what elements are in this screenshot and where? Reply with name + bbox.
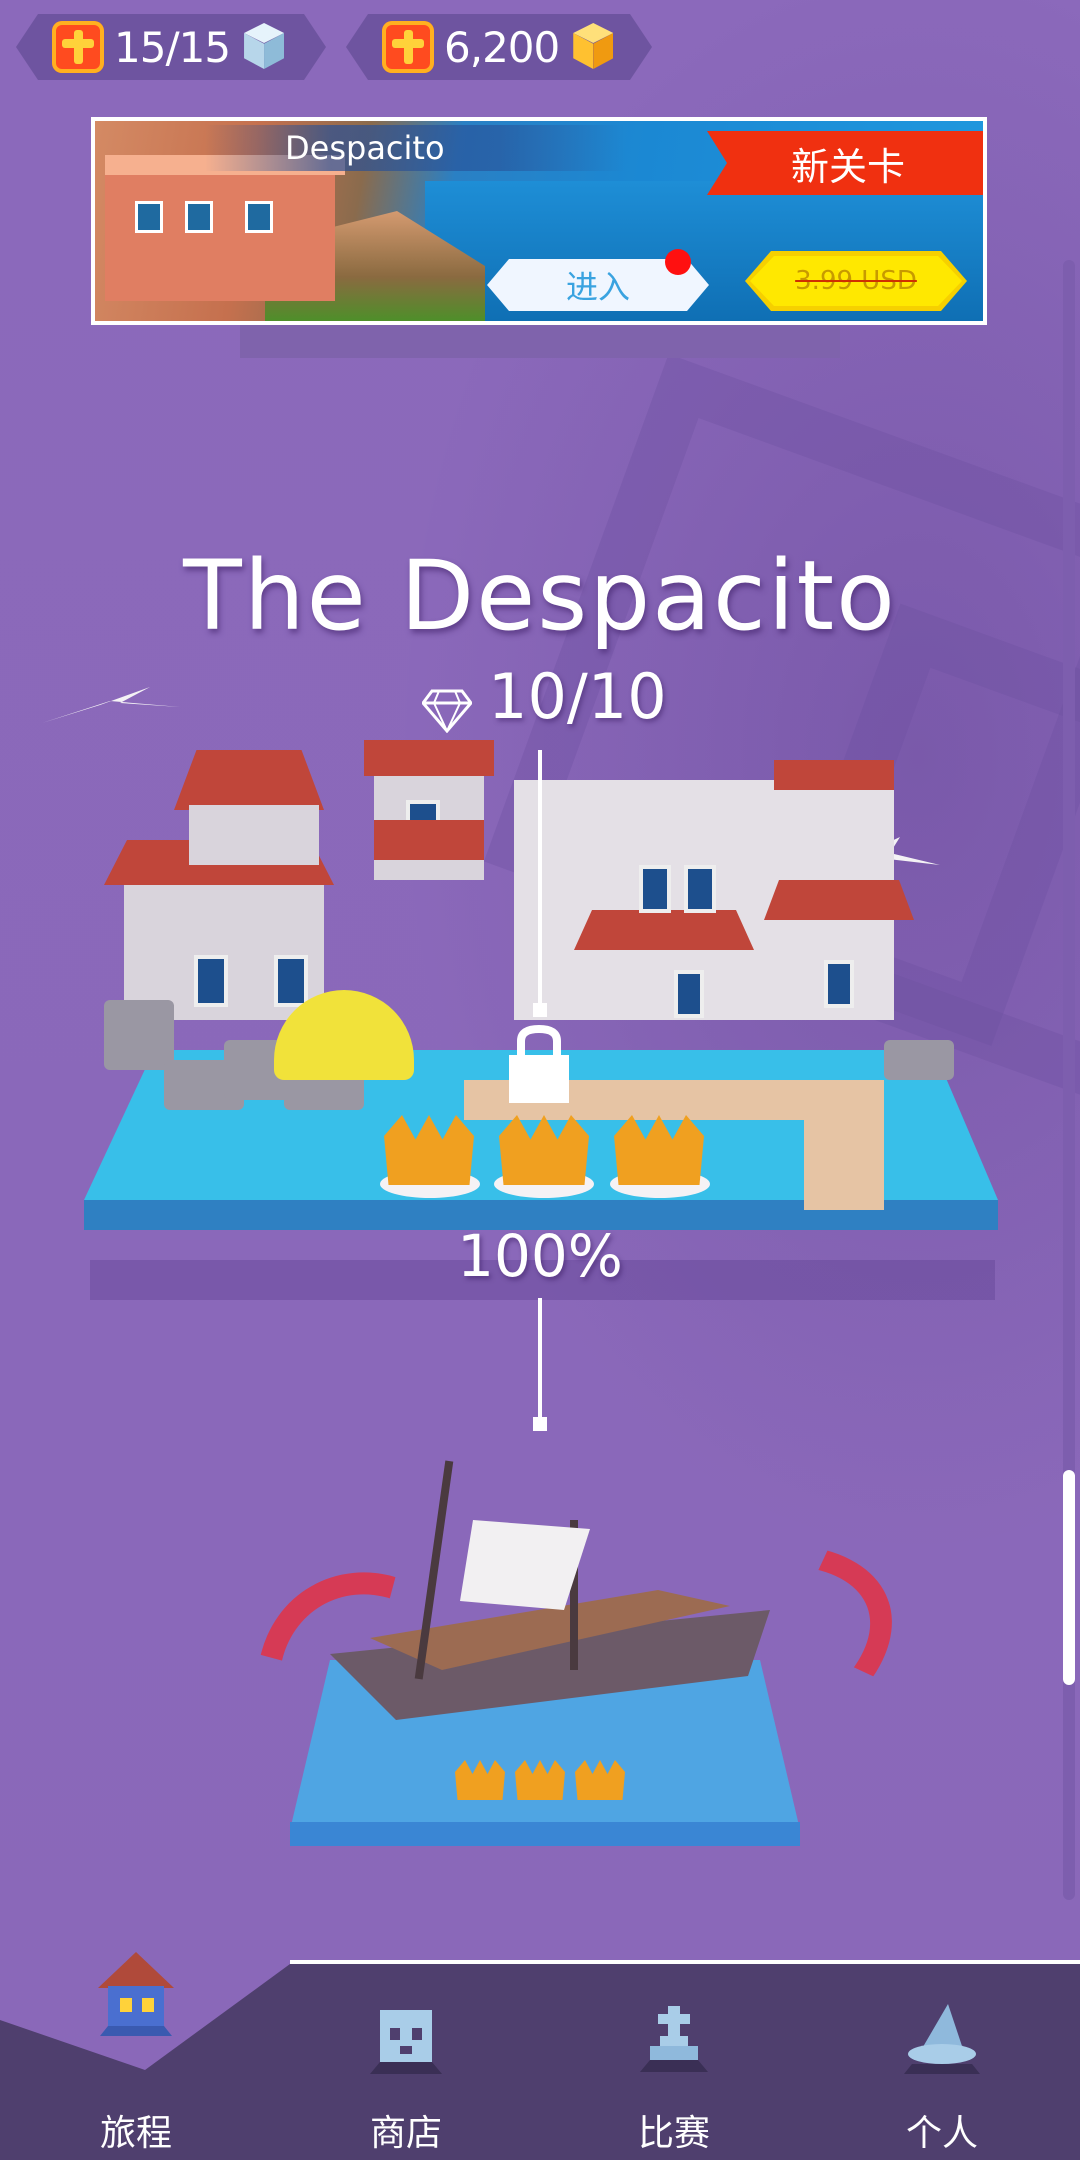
energy-value: 15/15: [114, 22, 231, 72]
nav-label-profile: 个人: [905, 2113, 978, 2154]
banner-house: [105, 155, 345, 301]
house-icon: [98, 1952, 174, 2036]
crown-icon: [614, 1115, 704, 1185]
nav-label-contest: 比赛: [637, 2113, 710, 2154]
notification-dot: [665, 249, 691, 275]
energy-counter[interactable]: 15/15: [16, 14, 326, 80]
trophy-icon: [640, 2006, 708, 2072]
crown-icon: [455, 1760, 505, 1800]
level-progress: 100%: [457, 1222, 623, 1290]
banner-shadow: [240, 322, 840, 358]
banner-title: Despacito: [285, 129, 445, 167]
path-node: [533, 1417, 547, 1431]
level-island-shipwreck[interactable]: [214, 1460, 925, 1860]
plus-icon[interactable]: [52, 21, 104, 73]
ship-base: [290, 1822, 800, 1846]
lock-icon: [509, 1025, 569, 1103]
nav-label-shop: 商店: [369, 2113, 442, 2154]
scrollbar-thumb[interactable]: [1063, 1470, 1075, 1685]
ice-cube-icon: [238, 21, 290, 73]
skull-cube-icon: [370, 2010, 442, 2074]
crown-icon: [575, 1760, 625, 1800]
nav-item-profile[interactable]: 个人: [852, 1990, 1032, 2160]
crown-icon: [499, 1115, 589, 1185]
plus-icon[interactable]: [382, 21, 434, 73]
path-node: [533, 1003, 547, 1017]
level-gem-count: 10/10: [421, 660, 667, 733]
crown-icon: [515, 1760, 565, 1800]
gold-cube-icon: [567, 21, 619, 73]
seagull: [42, 687, 180, 723]
level-title: The Despacito: [183, 540, 897, 652]
crown-icon: [384, 1115, 474, 1185]
new-level-ribbon: 新关卡: [707, 131, 983, 195]
diamond-icon: [421, 675, 473, 733]
wizard-hat-icon: [904, 2004, 980, 2074]
path-connector: [538, 1298, 542, 1423]
nav-item-journey[interactable]: 旅程: [46, 1952, 226, 2160]
path-connector: [538, 750, 542, 1010]
nav-item-contest[interactable]: 比赛: [584, 1990, 764, 2160]
level-banner[interactable]: Despacito 新关卡 进入 3.99 USD: [91, 117, 987, 325]
nav-label-journey: 旅程: [99, 2113, 172, 2154]
price-label: 3.99 USD: [795, 266, 917, 296]
nav-item-shop[interactable]: 商店: [316, 1990, 496, 2160]
gem-value: 6,200: [444, 22, 560, 72]
gem-counter[interactable]: 6,200: [346, 14, 652, 80]
gem-count-value: 10/10: [488, 660, 667, 733]
price-button[interactable]: 3.99 USD: [745, 251, 967, 311]
